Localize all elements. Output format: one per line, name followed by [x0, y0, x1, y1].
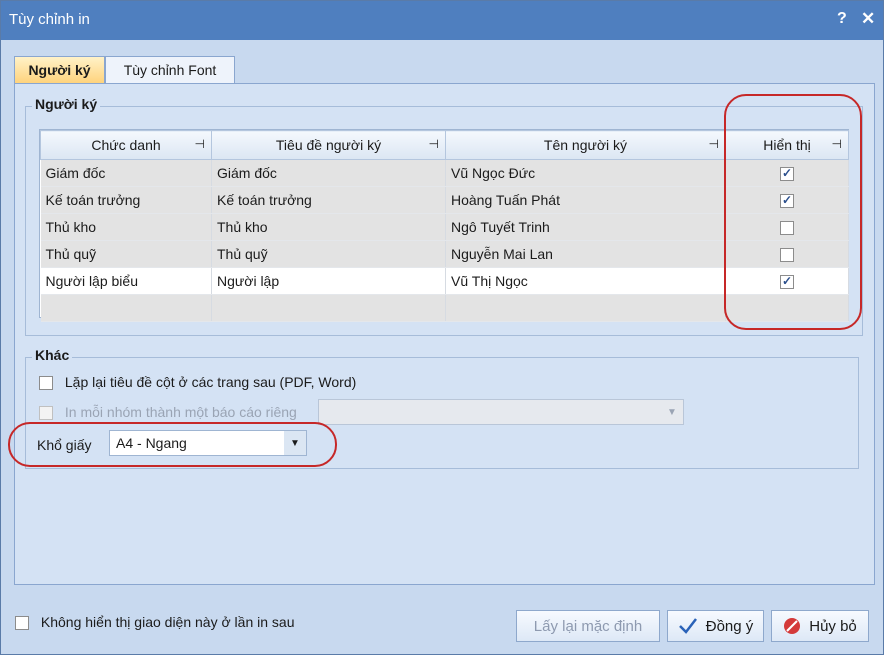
print-settings-dialog: Tùy chỉnh in ? ✕ Người ký Tùy chỉnh Font… [0, 0, 884, 655]
close-icon[interactable]: ✕ [861, 9, 875, 29]
title-bar: Tùy chỉnh in ? ✕ [1, 1, 883, 40]
other-group-title: Khác [32, 347, 73, 363]
repeat-header-label: Lặp lại tiêu đề cột ở các trang sau (PDF… [64, 374, 357, 390]
cell-position[interactable]: Người lập biểu [40, 267, 212, 295]
signers-group-title: Người ký [32, 96, 101, 112]
dont-show-label: Không hiển thị giao diện này ở lần in sa… [40, 614, 295, 630]
reset-default-button[interactable]: Lấy lại mặc định [516, 610, 660, 642]
cancel-button[interactable]: Hủy bỏ [771, 610, 869, 642]
cell-signer-name[interactable]: Nguyễn Mai Lan [445, 240, 726, 268]
column-header-signer-title[interactable]: Tiêu đề người ký ⊣ [211, 130, 446, 160]
ok-button[interactable]: Đồng ý [667, 610, 764, 642]
check-icon [678, 618, 697, 634]
cell-signer-title[interactable]: Thủ quỹ [211, 240, 446, 268]
cell-signer-name[interactable]: Ngô Tuyết Trinh [445, 213, 726, 241]
window-title: Tùy chỉnh in [9, 11, 90, 28]
help-icon[interactable]: ? [837, 10, 847, 28]
cell-position[interactable]: Kế toán trưởng [40, 186, 212, 214]
pin-icon[interactable]: ⊣ [195, 137, 205, 151]
repeat-header-option[interactable]: Lặp lại tiêu đề cột ở các trang sau (PDF… [39, 374, 357, 391]
repeat-header-checkbox[interactable] [39, 376, 53, 391]
column-header-signer-name[interactable]: Tên người ký ⊣ [445, 130, 726, 160]
separate-report-select[interactable]: ▼ [318, 399, 684, 425]
dont-show-option[interactable]: Không hiển thị giao diện này ở lần in sa… [15, 614, 295, 631]
tab-panel: Người ký Chức danh ⊣ Tiêu đề người ký ⊣ Tê… [8, 83, 875, 585]
pin-icon[interactable]: ⊣ [429, 137, 439, 151]
cell-signer-title[interactable]: Người lập [211, 267, 446, 295]
annotation-highlight [724, 94, 862, 330]
annotation-highlight [8, 422, 337, 467]
tab-signers[interactable]: Người ký [14, 56, 105, 84]
cell-signer-title[interactable]: Kế toán trưởng [211, 186, 446, 214]
separate-report-checkbox[interactable] [39, 406, 53, 421]
pin-icon[interactable]: ⊣ [709, 137, 719, 151]
cell-signer-name[interactable]: Vũ Thị Ngọc [445, 267, 726, 295]
cell-signer-name[interactable]: Vũ Ngọc Đức [445, 159, 726, 187]
column-header-position[interactable]: Chức danh ⊣ [40, 130, 212, 160]
cancel-icon [784, 618, 801, 634]
cell-position[interactable]: Giám đốc [40, 159, 212, 187]
cell-signer-title[interactable]: Thủ kho [211, 213, 446, 241]
chevron-down-icon[interactable]: ▼ [661, 400, 683, 424]
tab-font-settings[interactable]: Tùy chỉnh Font [105, 56, 235, 84]
cell-position[interactable]: Thủ kho [40, 213, 212, 241]
cell-position[interactable]: Thủ quỹ [40, 240, 212, 268]
separate-report-label: In mỗi nhóm thành một báo cáo riêng [64, 404, 297, 420]
separate-report-option[interactable]: In mỗi nhóm thành một báo cáo riêng [39, 404, 297, 421]
dont-show-checkbox[interactable] [15, 616, 29, 631]
cell-signer-name[interactable]: Hoàng Tuấn Phát [445, 186, 726, 214]
cell-signer-title[interactable]: Giám đốc [211, 159, 446, 187]
